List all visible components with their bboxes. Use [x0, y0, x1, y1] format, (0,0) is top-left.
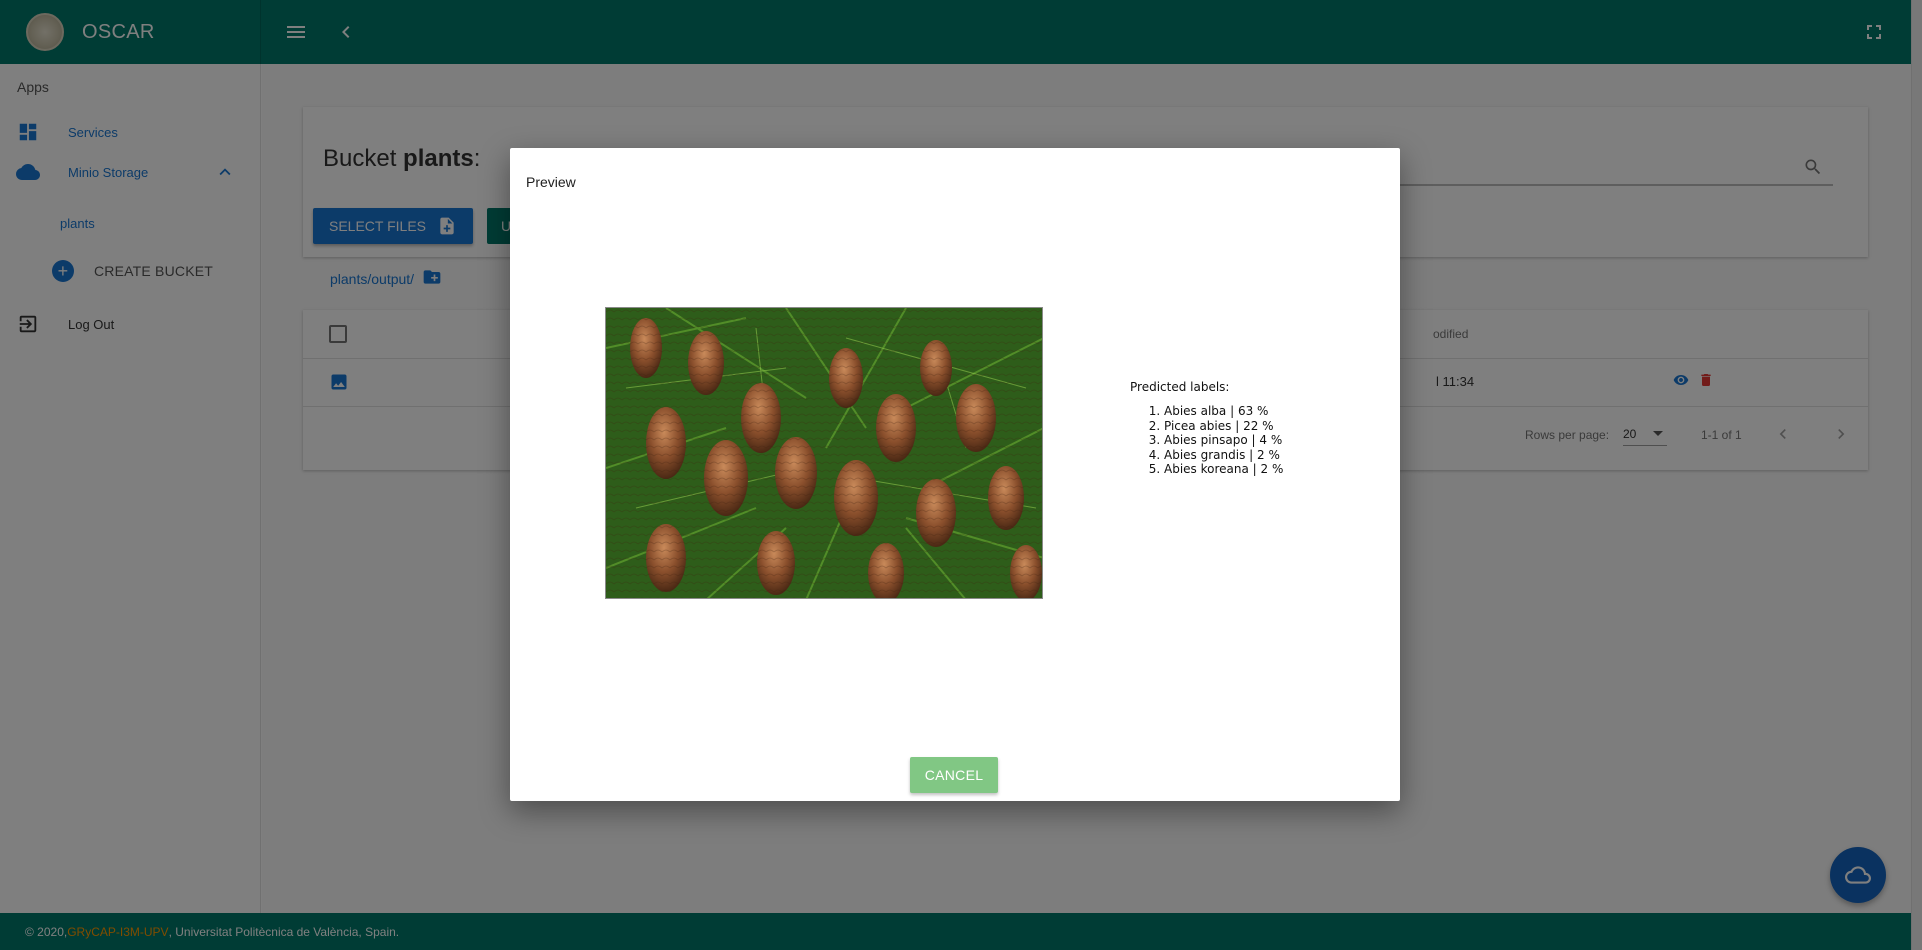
- predicted-labels-header: Predicted labels:: [1130, 380, 1230, 394]
- prediction-item: Abies grandis | 2 %: [1164, 448, 1283, 463]
- prediction-item: Abies alba | 63 %: [1164, 404, 1283, 419]
- prediction-list: Abies alba | 63 % Picea abies | 22 % Abi…: [1130, 404, 1283, 477]
- prediction-item: Abies pinsapo | 4 %: [1164, 433, 1283, 448]
- prediction-item: Picea abies | 22 %: [1164, 419, 1283, 434]
- prediction-item: Abies koreana | 2 %: [1164, 462, 1283, 477]
- predicted-labels: Predicted labels: Abies alba | 63 % Pice…: [1130, 380, 1283, 477]
- cancel-button[interactable]: CANCEL: [910, 757, 998, 793]
- preview-image: [605, 307, 1043, 599]
- dialog-title: Preview: [526, 174, 576, 190]
- pinecone-image: [606, 308, 1042, 598]
- preview-dialog: Preview Predicted labels: 1. Abies alba …: [510, 148, 1400, 801]
